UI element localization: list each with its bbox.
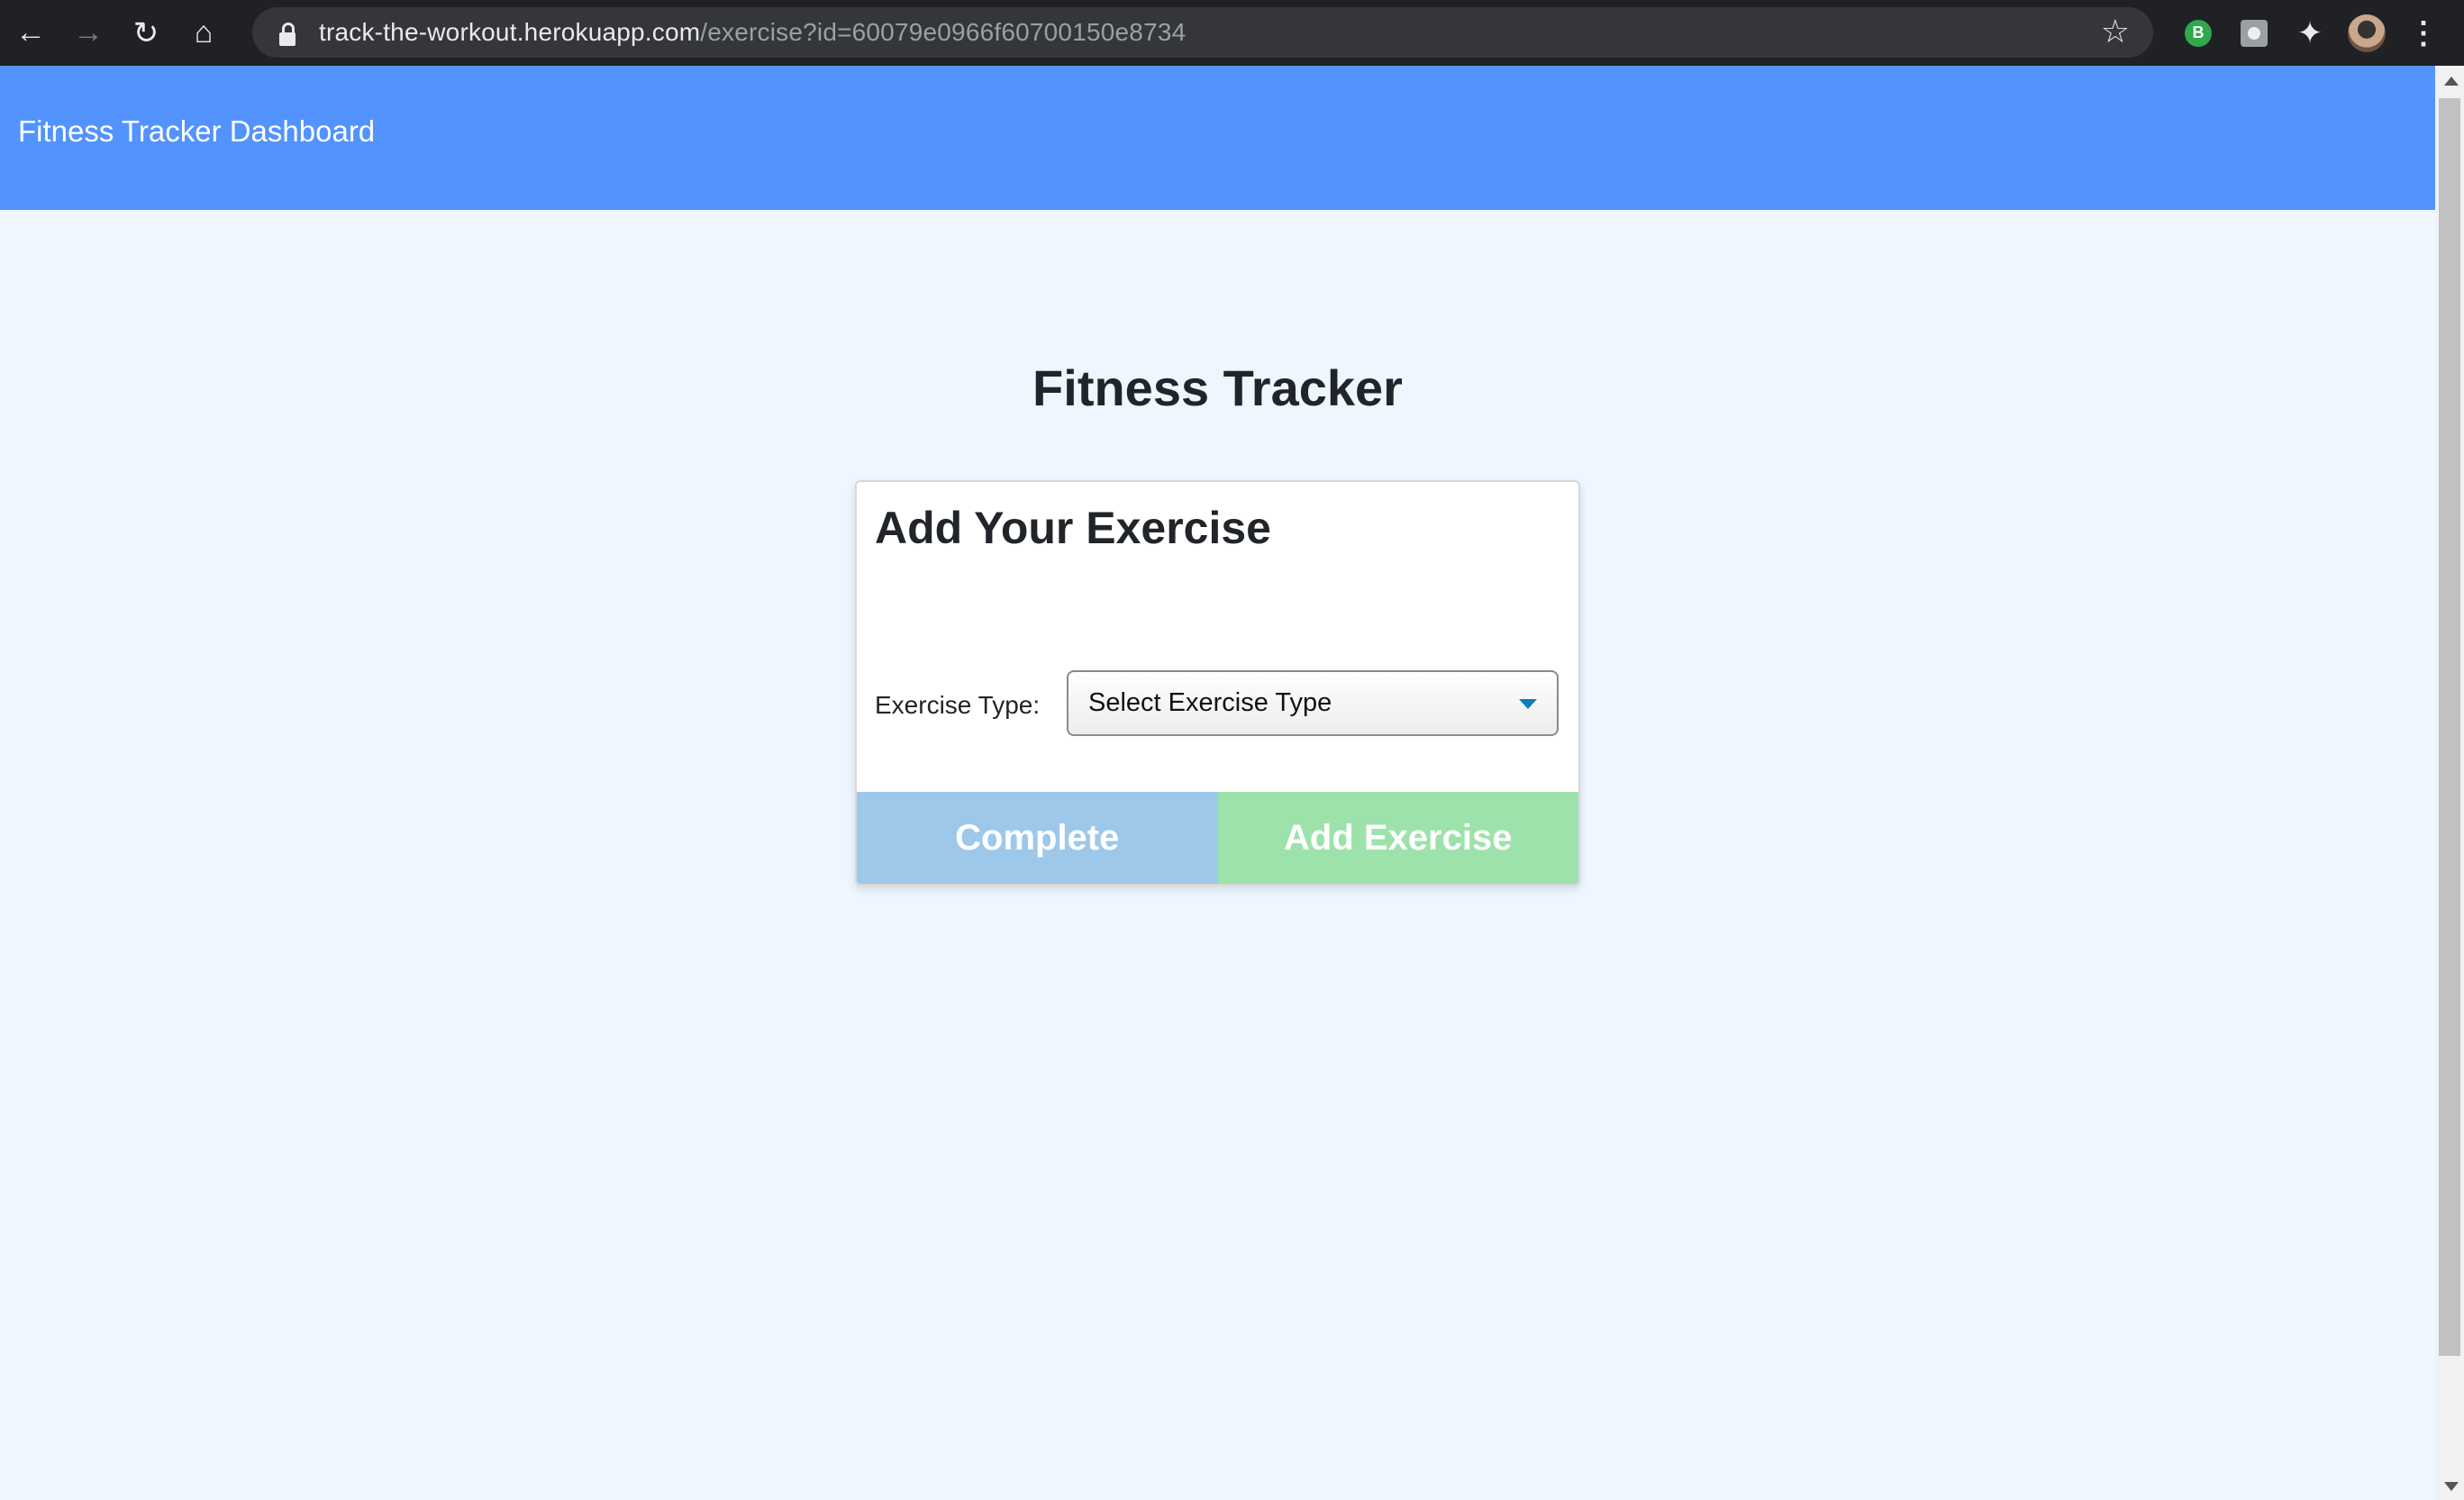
exercise-type-label: Exercise Type: bbox=[875, 691, 1041, 719]
address-bar[interactable]: track-the-workout.herokuapp.com/exercise… bbox=[252, 7, 2153, 58]
complete-button[interactable]: Complete bbox=[857, 792, 1218, 884]
scroll-down-icon[interactable] bbox=[2444, 1482, 2459, 1491]
lock-icon[interactable] bbox=[276, 19, 299, 46]
url-host: track-the-workout.herokuapp.com bbox=[319, 18, 701, 46]
scroll-thumb[interactable] bbox=[2439, 98, 2460, 1356]
exercise-card: Add Your Exercise Exercise Type: Select … bbox=[855, 480, 1580, 886]
avatar[interactable] bbox=[2347, 0, 2387, 66]
forward-icon[interactable]: → bbox=[61, 6, 115, 60]
caret-down-icon bbox=[1519, 699, 1537, 709]
home-icon[interactable]: ⌂ bbox=[177, 6, 231, 60]
extension-icon[interactable] bbox=[2236, 0, 2272, 66]
exercise-type-select[interactable]: Select Exercise Type bbox=[1067, 670, 1559, 736]
extension-b-icon[interactable]: B bbox=[2180, 0, 2216, 66]
puzzle-icon[interactable]: ✦ bbox=[2290, 0, 2330, 66]
card-title: Add Your Exercise bbox=[875, 503, 1271, 553]
reload-icon[interactable]: ↻ bbox=[119, 6, 173, 60]
extension-badge: B bbox=[2185, 19, 2212, 47]
url-path: /exercise?id=60079e0966f60700150e8734 bbox=[700, 18, 1187, 46]
card-actions: Complete Add Exercise bbox=[857, 792, 1578, 884]
vertical-scrollbar[interactable] bbox=[2435, 66, 2464, 1500]
app-navbar: Fitness Tracker Dashboard bbox=[0, 66, 2435, 210]
kebab-menu-icon[interactable]: ⋮ bbox=[2405, 0, 2441, 66]
browser-toolbar: ← → ↻ ⌂ track-the-workout.herokuapp.com/… bbox=[0, 0, 2464, 66]
scroll-up-icon[interactable] bbox=[2444, 77, 2459, 86]
star-icon[interactable]: ☆ bbox=[2101, 13, 2130, 50]
exercise-type-selected: Select Exercise Type bbox=[1088, 688, 1332, 717]
back-icon[interactable]: ← bbox=[4, 6, 58, 60]
navbar-brand[interactable]: Fitness Tracker Dashboard bbox=[18, 114, 375, 149]
url-text[interactable]: track-the-workout.herokuapp.com/exercise… bbox=[319, 18, 1186, 47]
page-title: Fitness Tracker bbox=[1032, 359, 1403, 416]
add-exercise-button[interactable]: Add Exercise bbox=[1217, 792, 1578, 884]
